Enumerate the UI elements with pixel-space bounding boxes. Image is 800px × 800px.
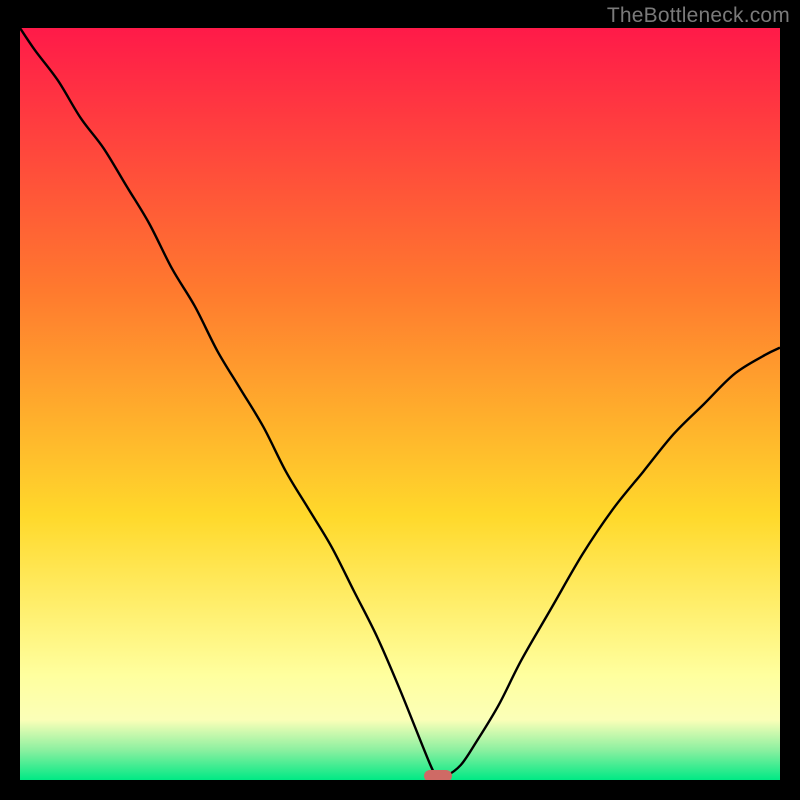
bottleneck-curve [20, 28, 780, 780]
chart-frame: TheBottleneck.com [0, 0, 800, 800]
watermark-text: TheBottleneck.com [607, 4, 790, 28]
curve-path [20, 28, 780, 778]
optimal-marker [424, 770, 452, 780]
plot-area [20, 28, 780, 780]
